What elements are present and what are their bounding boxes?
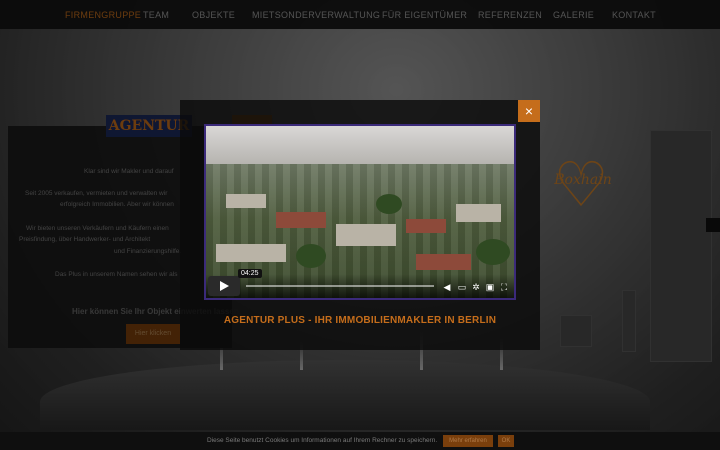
cookie-text: Diese Seite benutzt Cookies um Informati… xyxy=(207,437,438,444)
settings-icon[interactable]: ✲ xyxy=(471,282,481,292)
cookie-ok-button[interactable]: OK xyxy=(498,435,514,447)
video-sky xyxy=(206,126,514,166)
video-tree xyxy=(376,194,402,214)
video-roof xyxy=(216,244,286,262)
play-button[interactable] xyxy=(208,276,240,296)
video-tree xyxy=(476,239,510,265)
captions-icon[interactable]: ▭ xyxy=(457,282,467,292)
fullscreen-icon[interactable]: ⛶ xyxy=(499,282,509,292)
pip-icon[interactable]: ▣ xyxy=(485,282,495,292)
video-roof xyxy=(226,194,266,208)
video-tree xyxy=(296,244,326,268)
video-roof xyxy=(276,212,326,228)
video-time-badge: 04:25 xyxy=(238,269,262,278)
video-player[interactable]: ◀ ▭ ✲ ▣ ⛶ 04:25 xyxy=(204,124,516,300)
video-roof xyxy=(406,219,446,233)
close-button[interactable]: × xyxy=(518,100,540,122)
video-roof xyxy=(416,254,471,270)
video-progress-bar[interactable] xyxy=(246,285,434,287)
volume-icon[interactable]: ◀ xyxy=(442,282,452,292)
video-roof xyxy=(336,224,396,246)
video-roof xyxy=(456,204,501,222)
play-icon xyxy=(220,281,229,291)
video-title: AGENTUR PLUS - IHR IMMOBILIENMAKLER IN B… xyxy=(223,315,497,326)
cookie-bar: Diese Seite benutzt Cookies um Informati… xyxy=(0,432,720,450)
cookie-more-button[interactable]: Mehr erfahren xyxy=(443,435,493,447)
